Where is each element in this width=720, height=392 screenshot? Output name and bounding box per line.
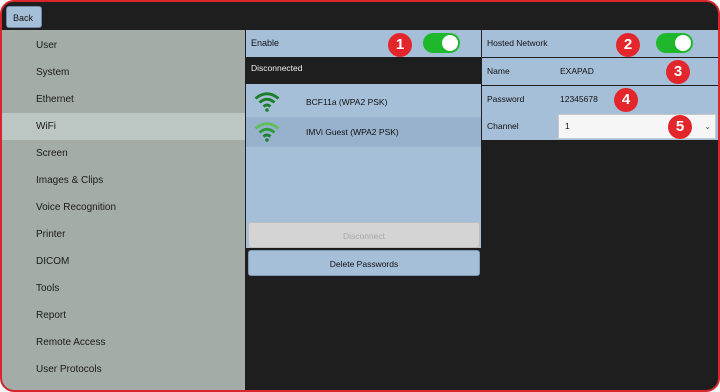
sidebar-item-report[interactable]: Report [2, 302, 245, 329]
sidebar-item-ethernet[interactable]: Ethernet [2, 86, 245, 113]
network-item[interactable]: BCF11a (WPA2 PSK) [246, 87, 481, 117]
back-button[interactable]: Back [6, 6, 42, 28]
sidebar-item-wifi[interactable]: WiFi [2, 113, 245, 140]
channel-select[interactable]: 1 ⌄ [558, 114, 716, 139]
settings-sidebar: User System Ethernet WiFi Screen Images … [2, 30, 245, 390]
hosted-network-panel: Hosted Network 2 Name EXAPAD 3 Password … [482, 30, 718, 390]
disconnect-button[interactable]: Disconnect [248, 222, 480, 248]
hosted-password-row: Password 12345678 [482, 86, 718, 113]
sidebar-item-dicom[interactable]: DICOM [2, 248, 245, 275]
device-frame: Back User System Ethernet WiFi Screen Im… [0, 0, 720, 392]
channel-value: 1 [565, 121, 570, 131]
wifi-enable-toggle[interactable] [423, 33, 460, 53]
hosted-network-toggle[interactable] [656, 33, 693, 53]
sidebar-item-user[interactable]: User [2, 32, 245, 59]
sidebar-item-printer[interactable]: Printer [2, 221, 245, 248]
toggle-knob [442, 35, 458, 51]
sidebar-item-tools[interactable]: Tools [2, 275, 245, 302]
network-name: IMVi Guest (WPA2 PSK) [306, 127, 399, 137]
callout-badge-3: 3 [666, 60, 690, 84]
callout-badge-5: 5 [668, 115, 692, 139]
sidebar-item-remote-access[interactable]: Remote Access [2, 329, 245, 356]
sidebar-item-voice-recognition[interactable]: Voice Recognition [2, 194, 245, 221]
hosted-network-title: Hosted Network [487, 38, 548, 48]
password-value[interactable]: 12345678 [560, 86, 598, 113]
wifi-signal-icon [254, 122, 280, 142]
name-label: Name [487, 66, 510, 76]
delete-passwords-button[interactable]: Delete Passwords [248, 250, 480, 276]
sidebar-item-user-protocols[interactable]: User Protocols [2, 356, 245, 383]
toggle-knob [675, 35, 691, 51]
callout-badge-1: 1 [388, 33, 412, 57]
sidebar-item-images-clips[interactable]: Images & Clips [2, 167, 245, 194]
network-item[interactable]: IMVi Guest (WPA2 PSK) [246, 117, 481, 147]
chevron-down-icon: ⌄ [704, 122, 711, 131]
channel-label: Channel [487, 121, 519, 131]
callout-badge-4: 4 [614, 88, 638, 112]
callout-badge-2: 2 [616, 33, 640, 57]
wifi-panel: Enable 1 Disconnected BCF11a (WPA2 PSK) [246, 30, 482, 390]
wifi-enable-label: Enable [251, 38, 280, 48]
network-name: BCF11a (WPA2 PSK) [306, 97, 388, 107]
top-bar: Back [2, 2, 718, 30]
sidebar-item-system[interactable]: System [2, 59, 245, 86]
wifi-status: Disconnected [246, 58, 481, 84]
sidebar-item-screen[interactable]: Screen [2, 140, 245, 167]
name-value[interactable]: EXAPAD [560, 58, 594, 85]
wifi-signal-icon [254, 92, 280, 112]
password-label: Password [487, 94, 525, 104]
